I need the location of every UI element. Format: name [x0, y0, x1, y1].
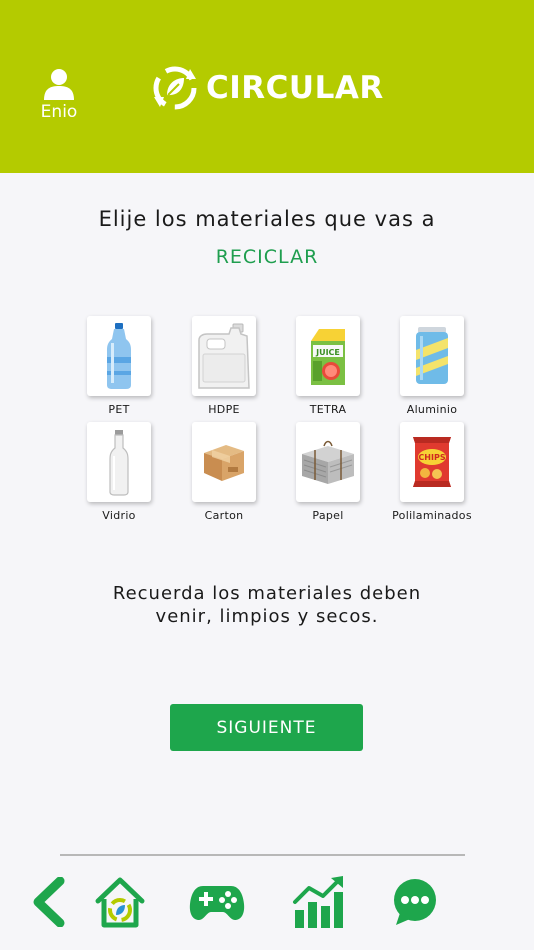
prompt-highlight: RECICLAR	[215, 246, 319, 268]
nav-chat-button[interactable]	[388, 872, 442, 932]
nav-games-button[interactable]	[188, 872, 246, 932]
user-profile[interactable]: Enio	[36, 66, 82, 122]
reminder-line-2: venir, limpios y secos.	[155, 606, 379, 627]
material-label: HDPE	[208, 403, 240, 416]
material-tile[interactable]	[192, 422, 256, 502]
materials-grid: PET HDPE JUICE TETRA Aluminio Vidrio Car…	[80, 316, 480, 526]
app-logo: CIRCULAR	[150, 62, 384, 114]
prompt-title: Elije los materiales que vas a	[98, 207, 436, 231]
material-tile[interactable]	[192, 316, 256, 396]
chips-brand-text: CHIPS	[418, 453, 445, 462]
material-tile[interactable]: JUICE	[296, 316, 360, 396]
recycle-leaf-logo-icon	[153, 66, 197, 110]
chevron-left-icon	[33, 877, 65, 927]
material-card-polilaminados[interactable]: CHIPS Polilaminados	[380, 422, 484, 522]
glass-bottle-icon	[109, 430, 129, 496]
reminder-line-1: Recuerda los materiales deben	[112, 583, 422, 604]
nav-back-button[interactable]	[26, 872, 70, 932]
nav-home-button[interactable]	[92, 872, 148, 932]
material-card-tetra[interactable]: JUICE TETRA	[276, 316, 380, 416]
material-card-hdpe[interactable]: HDPE	[172, 316, 276, 416]
growth-chart-icon	[293, 876, 343, 928]
plastic-bottle-icon	[107, 323, 131, 389]
material-tile[interactable]	[400, 316, 464, 396]
material-card-papel[interactable]: Papel	[276, 422, 380, 522]
gamepad-icon	[189, 886, 245, 920]
material-tile[interactable]: CHIPS	[400, 422, 464, 502]
material-card-aluminio[interactable]: Aluminio	[380, 316, 484, 416]
nav-divider	[60, 854, 465, 856]
reminder-text: Recuerda los materiales deben venir, lim…	[0, 582, 534, 628]
juice-carton-icon: JUICE	[311, 329, 345, 385]
chat-bubble-icon	[394, 879, 436, 925]
cardboard-box-icon	[204, 445, 244, 481]
soda-can-icon	[416, 327, 448, 384]
material-tile[interactable]	[87, 422, 151, 502]
material-label: Papel	[312, 509, 344, 522]
material-card-vidrio[interactable]: Vidrio	[67, 422, 171, 522]
carton-brand-text: JUICE	[315, 348, 340, 357]
nav-stats-button[interactable]	[290, 872, 346, 932]
material-tile[interactable]	[296, 422, 360, 502]
recycle-home-icon	[95, 877, 145, 928]
brand-name: CIRCULAR	[206, 70, 384, 106]
material-label: Polilaminados	[392, 509, 472, 522]
material-label: TETRA	[309, 403, 347, 416]
newspaper-bundle-icon	[302, 440, 354, 484]
jug-container-icon	[198, 323, 250, 389]
material-label: Vidrio	[102, 509, 136, 522]
bottom-nav	[0, 862, 534, 950]
user-avatar-icon	[44, 69, 74, 100]
user-name: Enio	[40, 102, 78, 122]
material-tile[interactable]	[87, 316, 151, 396]
chips-bag-icon: CHIPS	[413, 437, 451, 487]
material-label: Aluminio	[406, 403, 458, 416]
app-header: Enio CIRCULAR	[0, 0, 534, 173]
material-label: Carton	[204, 509, 244, 522]
next-button[interactable]: SIGUIENTE	[170, 704, 363, 751]
material-label: PET	[108, 403, 130, 416]
material-card-carton[interactable]: Carton	[172, 422, 276, 522]
material-card-pet[interactable]: PET	[67, 316, 171, 416]
